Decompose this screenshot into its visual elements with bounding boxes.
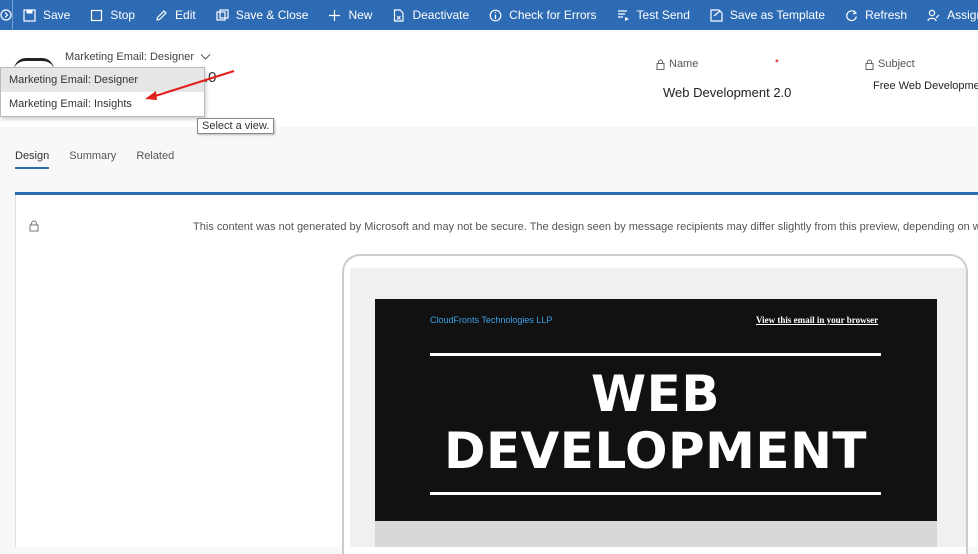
name-label: Name — [669, 58, 699, 70]
hero-title: WEB DEVELOPMENT — [430, 366, 881, 480]
assign-button[interactable]: Assign — [917, 0, 978, 30]
edit-label: Edit — [175, 8, 196, 22]
save-as-template-button[interactable]: Save as Template — [700, 0, 835, 30]
stop-icon — [91, 9, 103, 21]
tab-summary[interactable]: Summary — [69, 150, 116, 169]
save-close-icon — [216, 8, 229, 21]
save-close-button[interactable]: Save & Close — [206, 0, 319, 30]
test-send-icon — [617, 9, 629, 21]
new-label: New — [348, 8, 373, 22]
required-indicator: * — [775, 58, 779, 69]
view-selector[interactable]: Marketing Email: Designer — [65, 51, 211, 63]
command-bar: Save Stop Edit Save & Close New Deactiva… — [0, 0, 978, 30]
hero-title-line-1: WEB — [591, 365, 720, 423]
email-next-block — [375, 521, 937, 547]
deactivate-button[interactable]: Deactivate — [382, 0, 479, 30]
check-errors-label: Check for Errors — [509, 8, 597, 22]
form-tabs: Design Summary Related — [15, 150, 174, 169]
subject-field-label: Subject — [865, 58, 915, 70]
save-icon — [23, 8, 36, 22]
save-close-label: Save & Close — [235, 8, 309, 22]
lock-icon — [656, 59, 665, 70]
tab-design[interactable]: Design — [15, 150, 50, 169]
test-send-label: Test Send — [636, 8, 690, 22]
assign-label: Assign — [947, 8, 978, 22]
annotation-arrow-icon — [145, 69, 235, 100]
check-errors-button[interactable]: Check for Errors — [479, 0, 606, 30]
save-button[interactable]: Save — [13, 0, 80, 30]
test-send-button[interactable]: Test Send — [607, 0, 700, 30]
hero-title-line-2: DEVELOPMENT — [443, 422, 868, 480]
hero-top-rule — [430, 353, 881, 356]
new-button[interactable]: New — [318, 0, 382, 30]
expand-nav-button[interactable] — [0, 0, 13, 30]
stop-label: Stop — [110, 8, 136, 22]
hero-bottom-rule — [430, 492, 881, 495]
lock-icon — [29, 220, 39, 232]
save-template-icon — [710, 8, 723, 22]
edit-button[interactable]: Edit — [145, 0, 206, 30]
tab-related[interactable]: Related — [136, 150, 174, 169]
chevron-right-circle-icon — [0, 9, 12, 21]
info-icon — [489, 9, 502, 21]
refresh-button[interactable]: Refresh — [835, 0, 917, 30]
view-tooltip: Select a view. — [197, 118, 275, 134]
subject-label: Subject — [878, 58, 915, 70]
edit-icon — [156, 9, 167, 21]
name-field-label: Name — [656, 58, 698, 70]
subject-field-value[interactable]: Free Web Developmen — [873, 80, 978, 92]
refresh-label: Refresh — [865, 8, 908, 22]
deactivate-icon — [394, 8, 405, 22]
security-disclaimer: This content was not generated by Micros… — [193, 221, 978, 233]
plus-icon — [329, 9, 341, 21]
save-label: Save — [43, 8, 71, 22]
lock-icon — [865, 59, 874, 70]
view-in-browser-link[interactable]: View this email in your browser — [756, 315, 878, 325]
save-as-template-label: Save as Template — [729, 8, 826, 22]
assign-icon — [927, 9, 940, 21]
company-name: CloudFronts Technologies LLP — [430, 315, 553, 325]
stop-button[interactable]: Stop — [80, 0, 145, 30]
view-selector-label: Marketing Email: Designer — [65, 51, 194, 63]
refresh-icon — [846, 9, 858, 21]
chevron-down-icon — [200, 54, 211, 60]
name-field-value[interactable]: Web Development 2.0 — [663, 85, 791, 100]
deactivate-label: Deactivate — [412, 8, 470, 22]
